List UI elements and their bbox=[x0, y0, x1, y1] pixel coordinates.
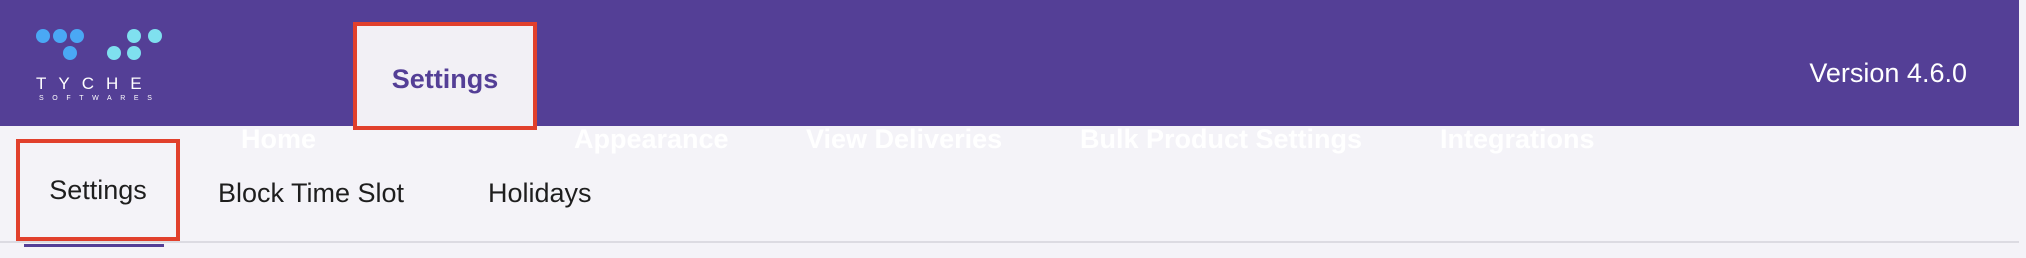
subtab-settings[interactable]: Settings bbox=[16, 139, 180, 241]
nav-settings[interactable]: Settings bbox=[353, 22, 537, 130]
subtab-block-time-slot[interactable]: Block Time Slot bbox=[218, 178, 404, 208]
sub-navigation: Settings Block Time Slot Holidays bbox=[0, 126, 2019, 247]
tyche-logo[interactable]: TYCHE SOFTWARES bbox=[36, 28, 168, 108]
top-navigation-bar: TYCHE SOFTWARES Home Settings Appearance… bbox=[0, 0, 2019, 154]
nav-bulk-product-settings[interactable]: Bulk Product Settings bbox=[1080, 0, 1362, 154]
logo-subtitle: SOFTWARES bbox=[39, 95, 161, 102]
logo-dots-icon bbox=[36, 29, 162, 60]
active-subtab-indicator bbox=[24, 244, 164, 247]
nav-view-deliveries[interactable]: View Deliveries bbox=[806, 0, 1002, 154]
nav-home[interactable]: Home bbox=[241, 0, 316, 154]
subnav-divider bbox=[0, 241, 2019, 243]
subtab-holidays[interactable]: Holidays bbox=[488, 178, 592, 208]
nav-appearance[interactable]: Appearance bbox=[574, 0, 729, 154]
nav-integrations[interactable]: Integrations bbox=[1440, 0, 1595, 154]
version-label: Version 4.6.0 bbox=[1809, 58, 1967, 88]
logo-wordmark: TYCHE bbox=[36, 74, 154, 93]
